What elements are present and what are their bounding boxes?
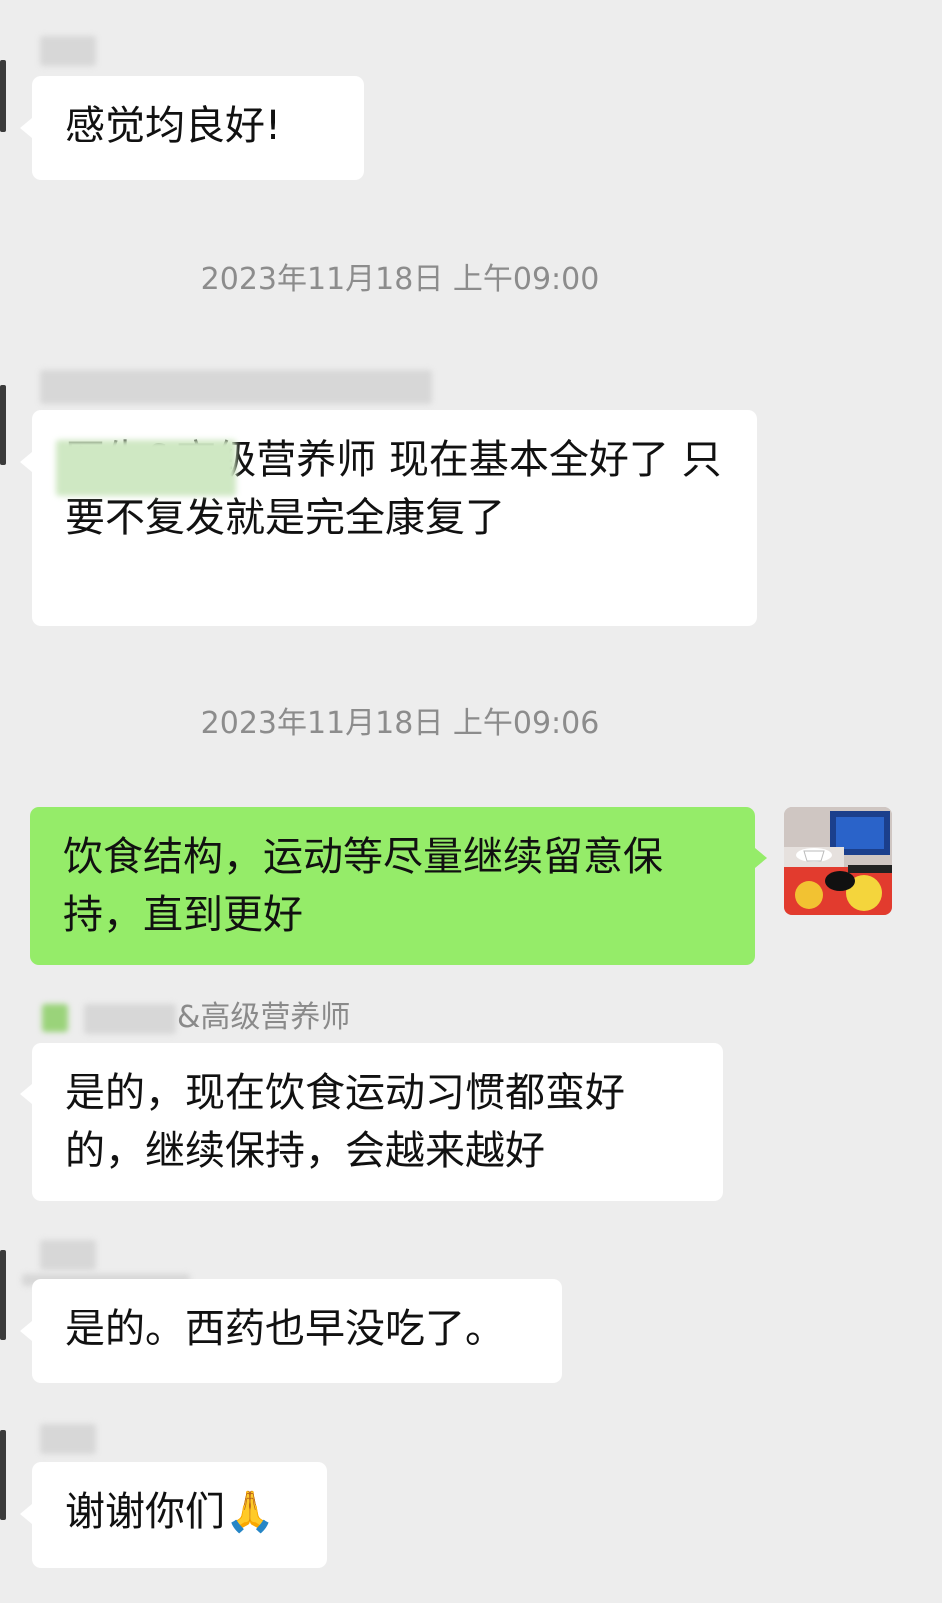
message-bubble[interactable]: 是的，现在饮食运动习惯都蛮好的，继续保持，会越来越好 — [32, 1043, 723, 1201]
blurred-sender-name — [40, 370, 432, 404]
message-bubble[interactable]: 感觉均良好! — [32, 76, 364, 180]
blurred-sender-name — [84, 1004, 176, 1034]
message-text: 饮食结构，运动等尽量继续留意保持，直到更好 — [63, 834, 663, 938]
message-text: 谢谢你们 — [65, 1489, 225, 1535]
avatar-edge — [0, 385, 6, 465]
bubble-tail — [20, 452, 32, 472]
folded-hands-icon: 🙏 — [225, 1489, 275, 1535]
chat-timestamp: 2023年11月18日 上午09:00 — [200, 262, 600, 297]
blurred-sender-name — [40, 1240, 96, 1270]
message-bubble[interactable]: 谢谢你们🙏 — [32, 1462, 327, 1568]
bubble-tail — [755, 848, 767, 868]
user-avatar[interactable] — [784, 807, 892, 915]
blurred-sender-name — [40, 36, 96, 66]
avatar-photo-icon — [784, 807, 892, 915]
message-bubble-outgoing[interactable]: 饮食结构，运动等尽量继续留意保持，直到更好 — [30, 807, 755, 965]
bubble-tail — [20, 1321, 32, 1341]
blurred-sender-name — [40, 1424, 96, 1454]
chat-timestamp: 2023年11月18日 上午09:06 — [200, 706, 600, 741]
message-bubble[interactable]: 是的。西药也早没吃了。 — [32, 1279, 562, 1383]
blurred-sender-avatar — [42, 1004, 68, 1032]
avatar-edge — [0, 1250, 6, 1340]
avatar-edge — [0, 1430, 6, 1520]
message-text: 感觉均良好! — [65, 103, 282, 149]
message-text: 是的。西药也早没吃了。 — [65, 1306, 505, 1352]
message-text: 是的，现在饮食运动习惯都蛮好的，继续保持，会越来越好 — [65, 1070, 625, 1174]
bubble-tail — [20, 1084, 32, 1104]
bubble-tail — [20, 118, 32, 138]
avatar-edge — [0, 60, 6, 132]
bubble-tail — [20, 1504, 32, 1524]
sender-name: &高级营养师 — [177, 1000, 351, 1035]
blurred-name-in-message — [56, 440, 236, 496]
